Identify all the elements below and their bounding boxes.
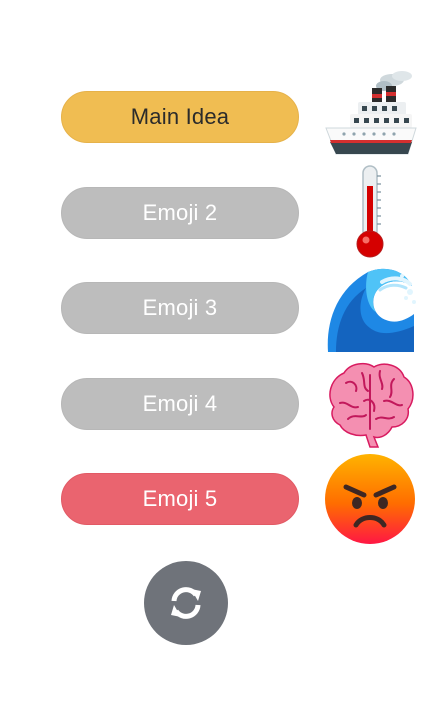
brain-icon — [322, 355, 418, 451]
emoji-2-button[interactable]: Emoji 2 — [61, 187, 299, 239]
water-wave-icon — [322, 262, 418, 358]
main-idea-button[interactable]: Main Idea — [61, 91, 299, 143]
emoji-4-button[interactable]: Emoji 4 — [61, 378, 299, 430]
emoji-5-button[interactable]: Emoji 5 — [61, 473, 299, 525]
refresh-icon — [165, 582, 207, 624]
thermometer-icon — [322, 164, 418, 260]
refresh-button[interactable] — [144, 561, 228, 645]
emoji-3-button[interactable]: Emoji 3 — [61, 282, 299, 334]
angry-face-icon — [322, 451, 418, 547]
cruise-ship-icon — [322, 68, 418, 164]
